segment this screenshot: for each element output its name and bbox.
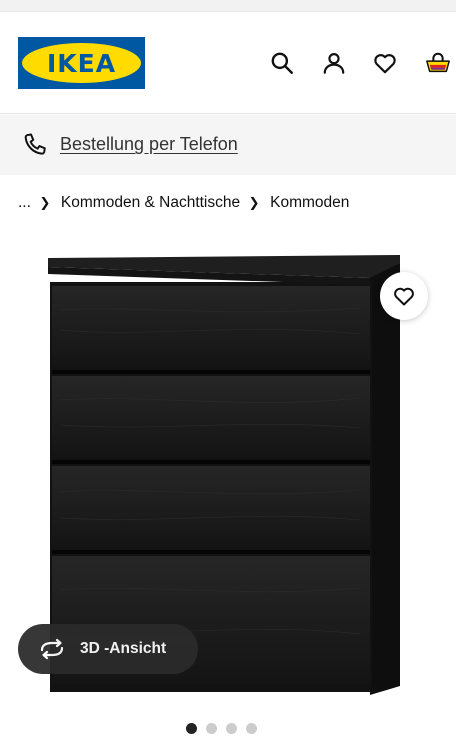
view-3d-button[interactable]: 3D -Ansicht	[18, 624, 198, 674]
breadcrumb-item-kommoden[interactable]: Kommoden	[270, 194, 349, 212]
phone-icon	[24, 133, 46, 155]
carousel-dot[interactable]	[186, 723, 197, 734]
breadcrumb: ... ❯ Kommoden & Nachttische ❯ Kommoden	[18, 192, 349, 214]
heart-icon	[374, 54, 396, 74]
ikea-logo[interactable]: IKEA	[18, 37, 145, 89]
rotate-3d-icon	[40, 638, 64, 660]
logo-oval: IKEA	[22, 43, 141, 83]
image-carousel-dots	[186, 723, 257, 735]
logo-text: IKEA	[46, 48, 117, 78]
favourites-button[interactable]	[371, 49, 399, 77]
search-button[interactable]	[268, 49, 296, 77]
status-strip	[0, 0, 456, 12]
carousel-dot[interactable]	[246, 723, 257, 734]
breadcrumb-item-kommoden-nachttische[interactable]: Kommoden & Nachttische	[61, 194, 240, 212]
carousel-dot[interactable]	[206, 723, 217, 734]
add-to-favourites-button[interactable]	[380, 272, 428, 320]
phone-order-bar: Bestellung per Telefon	[0, 115, 456, 175]
breadcrumb-item-ellipsis[interactable]: ...	[18, 194, 31, 212]
site-header: IKEA	[0, 12, 456, 114]
heart-icon	[394, 287, 414, 306]
account-button[interactable]	[320, 49, 348, 77]
search-icon	[271, 52, 293, 74]
phone-order-link[interactable]: Bestellung per Telefon	[60, 134, 238, 155]
cart-button[interactable]	[423, 49, 453, 77]
shopping-bag-icon	[426, 52, 450, 73]
chevron-right-icon: ❯	[39, 195, 51, 210]
view-3d-label: 3D -Ansicht	[80, 640, 167, 657]
user-icon	[323, 53, 345, 74]
carousel-dot[interactable]	[226, 723, 237, 734]
chevron-right-icon: ❯	[248, 195, 260, 210]
